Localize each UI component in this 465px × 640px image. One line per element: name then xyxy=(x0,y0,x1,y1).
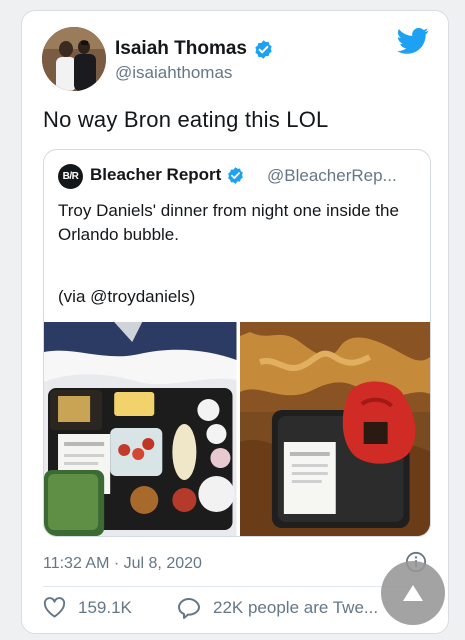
author-name-text: Isaiah Thomas xyxy=(115,38,247,59)
like-count: 159.1K xyxy=(78,597,132,617)
scroll-to-top-button[interactable] xyxy=(381,561,445,625)
quoted-tweet[interactable]: B/R Bleacher Report @BleacherRep... Troy… xyxy=(43,149,431,537)
quoted-author-name-text: Bleacher Report xyxy=(90,165,222,184)
reply-discussion-link[interactable]: 22K people are Twe... xyxy=(177,597,378,619)
like-button[interactable]: 159.1K xyxy=(43,597,132,618)
arrow-up-icon xyxy=(403,585,423,601)
divider xyxy=(43,586,427,587)
author-display-name[interactable]: Isaiah Thomas xyxy=(115,38,274,60)
quoted-media xyxy=(44,322,430,536)
twitter-bird-icon[interactable] xyxy=(397,27,429,55)
quoted-author-display-name[interactable]: Bleacher Report xyxy=(90,165,245,185)
speech-bubble-icon xyxy=(178,598,200,619)
media-photo-packed-tray[interactable] xyxy=(239,322,430,536)
author-avatar[interactable] xyxy=(42,27,106,91)
tweet-text: No way Bron eating this LOL xyxy=(43,107,329,132)
tweet-timestamp[interactable]: 11:32 AM · Jul 8, 2020 xyxy=(43,555,202,573)
quoted-tweet-credit: (via @troydaniels) xyxy=(58,287,196,306)
quoted-tweet-text: Troy Daniels' dinner from night one insi… xyxy=(58,201,399,244)
author-handle[interactable]: @isaiahthomas xyxy=(115,63,232,83)
reply-count-text: 22K people are Twe... xyxy=(213,598,379,617)
quoted-author-handle[interactable]: @BleacherRep... xyxy=(267,166,397,186)
verified-badge-icon xyxy=(255,39,272,59)
quoted-author-avatar[interactable]: B/R xyxy=(58,164,83,189)
tweet-card[interactable]: Isaiah Thomas @isaiahthomas No way Bron … xyxy=(21,10,449,634)
verified-badge-icon xyxy=(228,166,244,184)
media-photo-meal-tray[interactable] xyxy=(44,322,237,536)
heart-icon xyxy=(43,597,66,618)
